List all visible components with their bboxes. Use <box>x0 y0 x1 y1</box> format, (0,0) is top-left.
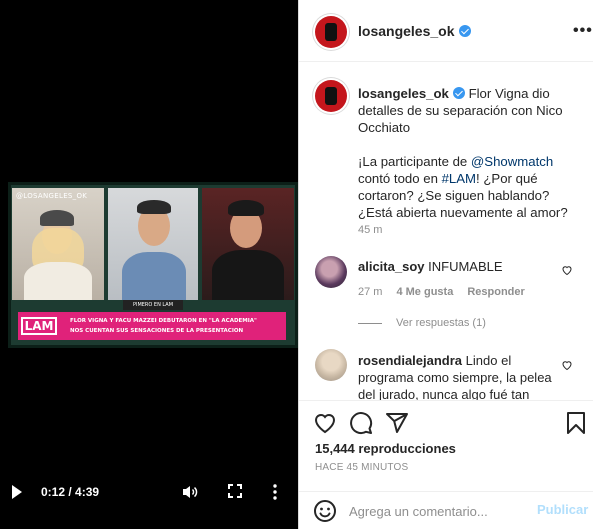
video-frame: @LOSANGELES_OK PIMERO EN LAM LAM FLOR VI… <box>8 182 298 348</box>
comment-icon[interactable] <box>349 411 373 435</box>
view-replies-link[interactable]: Ver respuestas (1) <box>358 317 486 329</box>
emoji-icon[interactable] <box>313 499 337 523</box>
comment-like-heart-icon[interactable] <box>561 359 573 371</box>
commenter-avatar[interactable] <box>315 349 347 381</box>
video-controls: 0:12 / 4:39 <box>0 478 298 506</box>
comment-likes[interactable]: 4 Me gusta <box>396 286 453 298</box>
fullscreen-icon[interactable] <box>228 484 242 498</box>
comment-composer: Publicar <box>299 491 593 529</box>
author-avatar[interactable] <box>315 16 347 48</box>
comment-username[interactable]: alicita_soy <box>358 259 425 274</box>
commenter-avatar[interactable] <box>315 256 347 288</box>
comment-item: rosendialejandra Lindo el programa como … <box>358 352 558 400</box>
comment-text: INFUMABLE <box>428 259 503 274</box>
heart-icon[interactable] <box>313 411 337 435</box>
comment-item: alicita_soy INFUMABLE <box>358 259 558 274</box>
hashtag-link[interactable]: #LAM <box>442 171 476 186</box>
verified-badge-icon <box>452 87 465 99</box>
mention-link[interactable]: @Showmatch <box>471 154 553 169</box>
post-caption: losangeles_ok Flor Vigna dio detalles de… <box>358 86 568 220</box>
view-count[interactable]: 15,444 reproducciones <box>315 441 456 456</box>
verified-badge-icon <box>458 25 471 37</box>
post-sidebar: losangeles_ok ••• losangeles_ok Flor Vig… <box>298 0 593 529</box>
volume-icon[interactable] <box>182 484 198 500</box>
caption-avatar[interactable] <box>315 80 347 112</box>
more-options-icon[interactable]: ••• <box>573 22 593 40</box>
comment-meta: 27 m 4 Me gusta Responder <box>358 286 539 298</box>
comments-area[interactable]: losangeles_ok Flor Vigna dio detalles de… <box>299 63 593 400</box>
video-player[interactable]: @LOSANGELES_OK PIMERO EN LAM LAM FLOR VI… <box>0 0 298 529</box>
video-time: 0:12 / 4:39 <box>41 485 100 499</box>
comment-username[interactable]: rosendialejandra <box>358 353 462 368</box>
post-header: losangeles_ok ••• <box>299 0 593 62</box>
post-comment-button[interactable]: Publicar <box>537 502 588 517</box>
caption-username[interactable]: losangeles_ok <box>358 86 449 101</box>
bookmark-icon[interactable] <box>564 411 588 435</box>
comment-time: 27 m <box>358 286 383 298</box>
comment-input[interactable] <box>349 501 519 521</box>
post-time: HACE 45 MINUTOS <box>315 462 409 473</box>
play-icon[interactable] <box>12 485 22 499</box>
comment-like-heart-icon[interactable] <box>561 264 573 276</box>
reply-button[interactable]: Responder <box>467 286 524 298</box>
author-username[interactable]: losangeles_ok <box>358 23 471 39</box>
post-actions <box>299 400 593 435</box>
share-icon[interactable] <box>385 411 409 435</box>
caption-time: 45 m <box>358 224 383 236</box>
more-vertical-icon[interactable] <box>272 484 278 500</box>
